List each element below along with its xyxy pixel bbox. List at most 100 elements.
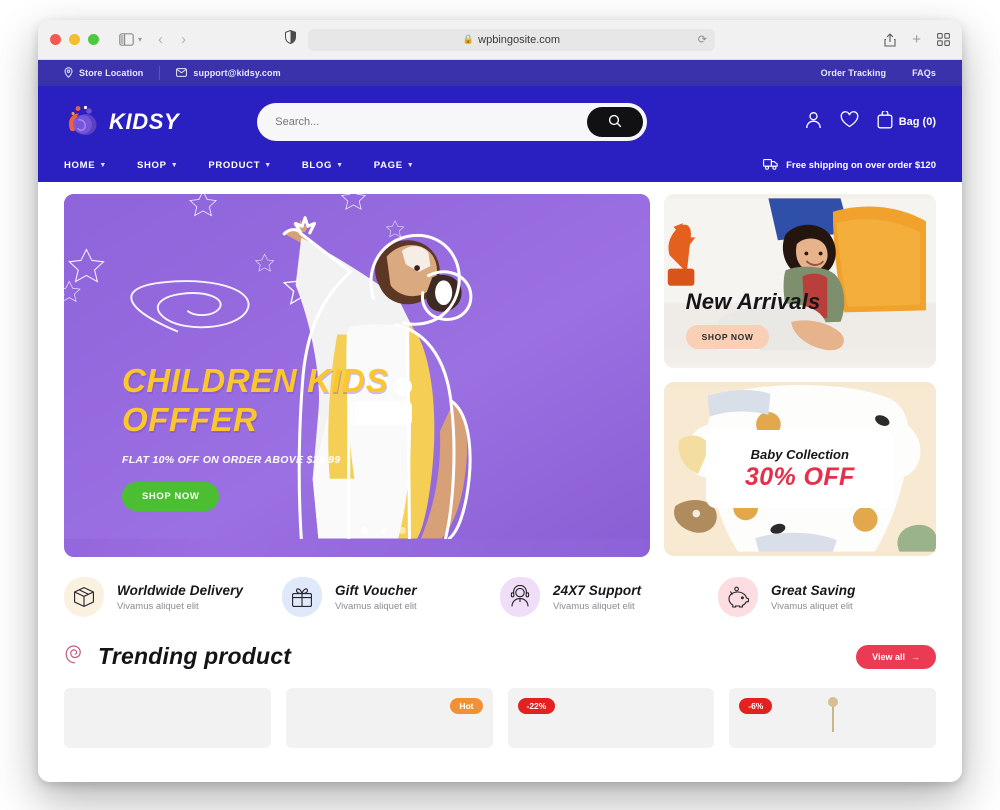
bag-icon (877, 109, 893, 134)
spiral-icon (64, 643, 86, 670)
product-card-3[interactable]: -22% (507, 688, 715, 748)
feature-text: Great Saving Vivamus aliquet elit (771, 583, 855, 612)
site-logo[interactable]: KIDSY (64, 104, 179, 140)
promo-new-arrivals[interactable]: New Arrivals SHOP NOW (663, 194, 936, 368)
wishlist-button[interactable] (840, 111, 859, 133)
back-button[interactable]: ‹ (158, 31, 163, 48)
search-bar[interactable] (257, 103, 648, 141)
search-submit-button[interactable] (587, 107, 644, 137)
new-arrivals-title: New Arrivals (685, 289, 821, 314)
nav-label-shop: SHOP (136, 159, 167, 171)
feature-title: Great Saving (771, 582, 856, 598)
view-all-button[interactable]: View all → (856, 644, 936, 669)
box-icon (64, 577, 104, 617)
nav-label-blog: BLOG (301, 159, 333, 171)
support-email-label: support@kidsy.com (193, 68, 281, 78)
product-card-1[interactable] (64, 688, 271, 748)
reload-icon[interactable]: ⟳ (698, 33, 707, 46)
product-thumbnail-detail (827, 697, 838, 732)
store-location-label: Store Location (79, 68, 144, 78)
feature-title: Worldwide Delivery (117, 582, 244, 598)
close-window-button[interactable] (50, 34, 61, 45)
chevron-down-icon: ▼ (264, 161, 272, 169)
baby-collection-discount: 30% OFF (744, 462, 855, 491)
map-pin-icon (64, 66, 73, 80)
piggy-bank-icon (718, 577, 758, 617)
hero-shop-now-button[interactable]: SHOP NOW (122, 481, 220, 511)
feature-subtitle: Vivamus aliquet elit (335, 600, 417, 612)
nav-label-product: PRODUCT (208, 159, 261, 171)
trending-header: Trending product View all → (38, 617, 962, 670)
free-shipping-label: Free shipping on over order $120 (786, 159, 936, 171)
account-button[interactable] (805, 111, 822, 134)
chevron-down-icon: ▼ (406, 161, 415, 169)
feature-subtitle: Vivamus aliquet elit (117, 600, 199, 612)
trending-product-grid: Hot -22% -6% (38, 670, 962, 748)
web-page: Store Location support@kidsy.com Order T… (38, 60, 962, 782)
browser-chrome: ▾ ‹ › 🔒 wpbingosite.com ⟳ + (38, 20, 962, 60)
sidebar-toggle-button[interactable]: ▾ (119, 33, 142, 46)
hero-zone: CHILDREN KIDS OFFFER FLAT 10% OFF ON ORD… (38, 182, 962, 557)
browser-toolbar-right: + (884, 32, 950, 47)
hero-dot-1[interactable] (361, 527, 368, 534)
support-email-link[interactable]: support@kidsy.com (176, 67, 281, 79)
feature-title: Gift Voucher (335, 582, 417, 598)
brand-name: KIDSY (109, 109, 180, 134)
address-bar-area: 🔒 wpbingosite.com ⟳ (285, 28, 715, 51)
gift-icon (282, 577, 322, 617)
new-arrivals-shop-now-button[interactable]: SHOP NOW (685, 325, 770, 349)
hero-title-line2: OFFFER (122, 400, 258, 438)
faqs-link[interactable]: FAQs (912, 68, 936, 78)
hero-title-line1: CHILDREN KIDS (122, 362, 389, 399)
nav-item-home[interactable]: HOME ▼ (64, 160, 107, 171)
nav-item-product[interactable]: PRODUCT ▼ (208, 160, 272, 171)
shield-icon[interactable] (285, 29, 296, 49)
free-shipping-notice: Free shipping on over order $120 (763, 158, 936, 173)
nav-label-page: PAGE (373, 159, 403, 171)
topbar-divider (159, 66, 161, 80)
header-actions: Bag (0) (805, 109, 936, 134)
minimize-window-button[interactable] (69, 34, 80, 45)
nav-item-shop[interactable]: SHOP ▼ (137, 160, 178, 171)
hero-dot-3[interactable] (399, 527, 406, 534)
sidebar-icon (119, 33, 134, 46)
feature-great-saving: Great Saving Vivamus aliquet elit (718, 577, 936, 617)
chevron-down-icon: ▼ (336, 161, 344, 169)
product-card-4[interactable]: -6% (729, 688, 936, 748)
nav-label-home: HOME (64, 159, 96, 171)
header-main-row: KIDSY Search... Bag (0) (64, 98, 936, 146)
promo-baby-collection[interactable]: Baby Collection 30% OFF (663, 382, 936, 556)
product-badge-discount: -22% (517, 698, 556, 714)
trending-title: Trending product (98, 643, 292, 669)
store-location-link[interactable]: Store Location (64, 66, 144, 80)
share-icon[interactable] (884, 32, 896, 47)
promo-column: New Arrivals SHOP NOW Baby Collection 30… (663, 194, 936, 557)
grid-icon[interactable] (937, 33, 950, 46)
nav-item-page[interactable]: PAGE ▼ (374, 160, 415, 171)
plus-icon[interactable]: + (912, 32, 921, 47)
forward-button[interactable]: › (181, 31, 186, 48)
envelope-icon (176, 67, 188, 79)
order-tracking-link[interactable]: Order Tracking (821, 68, 886, 78)
hero-dot-2[interactable] (380, 527, 387, 534)
product-badge-discount: -6% (739, 698, 773, 714)
utility-topbar: Store Location support@kidsy.com Order T… (38, 60, 962, 86)
url-text: wpbingosite.com (478, 33, 561, 46)
kidsy-logo-icon (64, 104, 102, 140)
hero-subtitle: FLAT 10% OFF ON ORDER ABOVE $29.99 (122, 453, 341, 466)
view-all-label: View all (872, 651, 905, 662)
nav-item-blog[interactable]: BLOG ▼ (302, 160, 344, 171)
cart-button[interactable]: Bag (0) (877, 109, 936, 134)
lock-icon: 🔒 (462, 34, 475, 44)
feature-text: Worldwide Delivery Vivamus aliquet elit (117, 583, 243, 612)
headset-agent-icon (500, 577, 540, 617)
product-card-2[interactable]: Hot (285, 688, 493, 748)
hero-title: CHILDREN KIDS OFFFER (122, 362, 388, 440)
feature-subtitle: Vivamus aliquet elit (553, 600, 635, 612)
hero-copy: CHILDREN KIDS OFFFER FLAT 10% OFF ON ORD… (122, 362, 388, 511)
maximize-window-button[interactable] (88, 34, 99, 45)
search-input[interactable] (275, 116, 588, 128)
cart-count-label: Bag (0) (898, 116, 936, 128)
hero-slider[interactable]: CHILDREN KIDS OFFFER FLAT 10% OFF ON ORD… (64, 194, 650, 557)
url-input[interactable]: 🔒 wpbingosite.com ⟳ (308, 28, 715, 51)
